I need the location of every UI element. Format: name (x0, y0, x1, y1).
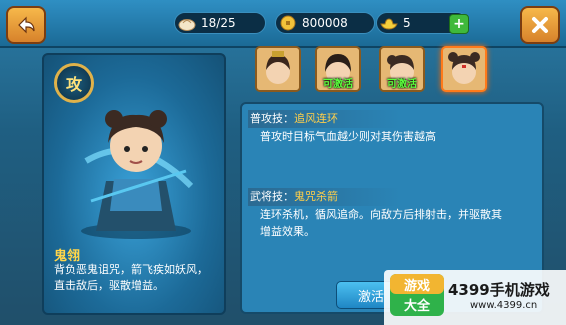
coin-value: 800008 (302, 16, 348, 30)
svg-text:大全: 大全 (404, 298, 431, 314)
activate-tag: 可激活 (323, 79, 353, 90)
skill-type-label: 武将技： (250, 190, 294, 203)
back-button[interactable] (6, 6, 46, 44)
food-value: 18/25 (201, 16, 236, 30)
add-ingot-button[interactable]: + (449, 14, 469, 34)
hero-face-icon (257, 48, 299, 90)
ingot-value: 5 (403, 16, 411, 30)
hero-portrait-selected[interactable] (441, 46, 487, 92)
coin-counter: 800008 (275, 12, 375, 34)
top-bar: 18/25 800008 5 + (0, 0, 566, 48)
skill-type-label: 普攻技： (250, 112, 294, 125)
hero-face-icon (443, 48, 485, 90)
svg-text:游戏: 游戏 (404, 278, 430, 294)
ingot-icon (380, 18, 398, 30)
gold-coin-icon (280, 15, 296, 31)
skill-name: 追风连环 (294, 112, 338, 125)
ingot-counter: 5 + (376, 12, 469, 34)
general-skill-header: 武将技：鬼咒杀箭 (248, 188, 400, 206)
hero-portrait[interactable] (255, 46, 301, 92)
food-counter: 18/25 (174, 12, 266, 34)
hero-description: 背负恶鬼诅咒，箭飞疾如妖风，直击敌后，驱散增益。 (54, 263, 208, 292)
hero-portrait-row: 可激活 可激活 (251, 46, 487, 98)
watermark-logo: 游戏 大全 (390, 274, 444, 316)
normal-attack-skill-header: 普攻技：追风连环 (248, 110, 400, 128)
plus-icon: + (453, 16, 465, 32)
back-arrow-icon (18, 16, 35, 34)
watermark-brand: 4399手机游戏 (448, 281, 550, 299)
normal-attack-skill-text: 普攻时目标气血越少则对其伤害越高 (260, 130, 436, 143)
hero-character-art (81, 110, 194, 239)
general-skill-text: 连环杀机，循风追命。向敌方后排射击，并驱散其增益效果。 (260, 208, 502, 238)
food-bun-icon (178, 19, 196, 31)
close-x-icon (532, 17, 548, 33)
hero-portrait[interactable]: 可激活 (315, 46, 361, 92)
hero-panel: 攻 鬼翎 背负恶鬼诅咒，箭飞疾如妖风，直击敌后，驱散增益。 (42, 53, 226, 315)
game-screen: 18/25 800008 5 + 攻 鬼翎 背负恶鬼诅咒，箭飞疾如妖风，直击敌后… (0, 0, 566, 325)
watermark-url: www.4399.cn (470, 300, 538, 311)
skill-name: 鬼咒杀箭 (294, 190, 338, 203)
close-button[interactable] (520, 6, 560, 44)
activate-tag: 可激活 (387, 79, 417, 90)
hero-portrait[interactable]: 可激活 (379, 46, 425, 92)
